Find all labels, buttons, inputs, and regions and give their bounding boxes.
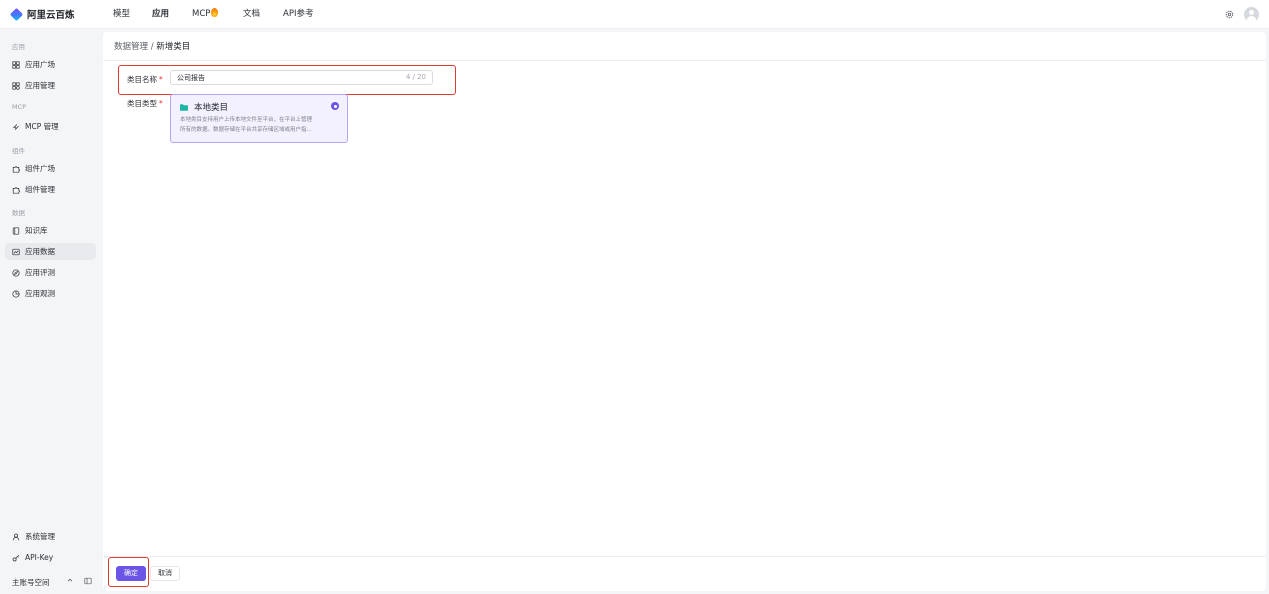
sidebar-item-component-manage[interactable]: 组件管理 — [5, 181, 96, 198]
sidebar — [0, 30, 101, 594]
grid-icon — [12, 81, 20, 90]
mcp-icon — [13, 123, 19, 130]
folder-icon — [180, 104, 188, 111]
highlight-box-name — [118, 65, 456, 95]
nav-model[interactable]: 模型 — [113, 0, 130, 29]
sidebar-item-api-key[interactable]: API-Key — [5, 549, 96, 566]
brand[interactable]: 阿里云百炼 — [9, 7, 75, 21]
main-panel: 数据管理 / 新增类目 类目名称 * 公司报告 4 / 20 类目类型 * 本地类目… — [103, 32, 1266, 591]
brand-name: 阿里云百炼 — [27, 10, 75, 21]
sidebar-item-label: MCP 管理 — [25, 122, 59, 131]
breadcrumb-parent[interactable]: 数据管理 — [114, 42, 148, 52]
sidebar-collapse-icon[interactable] — [84, 577, 92, 585]
sidebar-item-app-manage[interactable]: 应用管理 — [5, 77, 96, 94]
sidebar-item-label: 应用数据 — [25, 247, 55, 256]
sidebar-item-label: 系统管理 — [25, 532, 55, 541]
required-mark: * — [159, 99, 163, 108]
grid-icon — [12, 60, 20, 69]
brand-logo-icon — [9, 7, 24, 21]
sidebar-item-label: 应用管理 — [25, 81, 55, 90]
nav-api[interactable]: API参考 — [283, 0, 313, 29]
user-icon — [12, 533, 20, 540]
top-bar: 阿里云百炼 模型 应用 MCP 文档 API参考 — [0, 0, 1269, 29]
sidebar-item-knowledge[interactable]: 知识库 — [5, 222, 96, 239]
sidebar-item-label: 应用评测 — [25, 268, 55, 277]
sidebar-item-mcp-manage[interactable]: MCP 管理 — [5, 118, 96, 135]
sidebar-item-system-manage[interactable]: 系统管理 — [5, 528, 96, 545]
puzzle-icon — [12, 186, 20, 194]
key-icon — [12, 554, 20, 561]
workspace-switcher[interactable]: 主账号空间 — [12, 577, 50, 588]
sidebar-item-app-observe[interactable]: 应用观测 — [5, 285, 96, 302]
type-option-desc-line1: 本地类目支持用户上传本地文件至平台，在平台上管理 — [180, 117, 313, 123]
settings-gear-icon[interactable] — [1225, 10, 1234, 19]
sidebar-item-label: 知识库 — [25, 226, 48, 235]
avatar[interactable] — [1244, 7, 1259, 22]
nav-mcp-label: MCP — [192, 9, 211, 19]
section-title-data: 数据 — [12, 209, 25, 217]
pie-icon — [12, 289, 20, 298]
nav-docs[interactable]: 文档 — [243, 0, 260, 29]
section-title-mcp: MCP — [12, 103, 27, 111]
breadcrumb: 数据管理 / 新增类目 — [114, 40, 190, 52]
cancel-button[interactable]: 取消 — [150, 566, 180, 581]
fire-icon — [211, 8, 219, 17]
radio-selected[interactable] — [331, 102, 339, 110]
sidebar-item-label: 应用观测 — [25, 289, 55, 298]
breadcrumb-separator: / — [150, 42, 154, 52]
type-option-desc: 本地类目支持用户上传本地文件至平台，在平台上管理 所有的数据。数据存储在平台共享… — [180, 115, 343, 135]
sidebar-item-label: 组件广场 — [25, 164, 55, 173]
section-title-app: 应用 — [12, 43, 25, 51]
chevron-up-icon[interactable] — [66, 576, 74, 584]
type-field-label: 类目类型 * — [127, 98, 163, 109]
chart-icon — [12, 248, 20, 255]
sidebar-item-app-eval[interactable]: 应用评测 — [5, 264, 96, 281]
sidebar-item-app-plaza[interactable]: 应用广场 — [5, 56, 96, 73]
section-title-component: 组件 — [12, 147, 25, 155]
sidebar-item-label: API-Key — [25, 553, 54, 562]
footer-divider — [103, 556, 1266, 557]
type-option-title: 本地类目 — [194, 103, 229, 113]
highlight-box-confirm — [108, 557, 149, 587]
type-option-desc-line2: 所有的数据。数据存储在平台共享存储区域或用户指... — [180, 127, 312, 133]
book-icon — [12, 226, 20, 235]
header-divider — [103, 60, 1266, 61]
type-field-label-text: 类目类型 — [127, 99, 157, 108]
nav-app[interactable]: 应用 — [152, 0, 169, 29]
sidebar-item-label: 应用广场 — [25, 60, 55, 69]
sidebar-item-app-data[interactable]: 应用数据 — [5, 243, 96, 260]
sidebar-item-component-plaza[interactable]: 组件广场 — [5, 160, 96, 177]
type-option-local[interactable]: 本地类目 本地类目支持用户上传本地文件至平台，在平台上管理 所有的数据。数据存储… — [170, 94, 348, 143]
nav-mcp[interactable]: MCP — [192, 0, 219, 29]
breadcrumb-current: 新增类目 — [156, 42, 191, 52]
compass-icon — [12, 268, 20, 277]
sidebar-item-label: 组件管理 — [25, 185, 55, 194]
puzzle-icon — [12, 165, 20, 173]
